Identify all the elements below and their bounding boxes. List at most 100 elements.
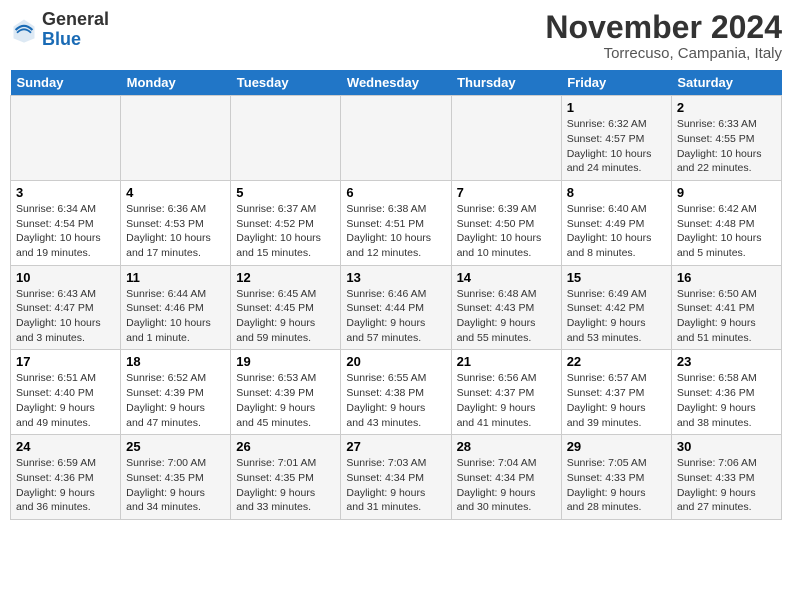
day-number: 9: [677, 185, 776, 200]
calendar-cell: 21 Sunrise: 6:56 AM Sunset: 4:37 PM Dayli…: [451, 350, 561, 435]
week-row: 24 Sunrise: 6:59 AM Sunset: 4:36 PM Dayli…: [11, 435, 782, 520]
day-info: Sunrise: 6:55 AM Sunset: 4:38 PM Dayligh…: [346, 371, 445, 430]
location: Torrecuso, Campania, Italy: [545, 45, 782, 62]
day-info: Sunrise: 6:51 AM Sunset: 4:40 PM Dayligh…: [16, 371, 115, 430]
day-info: Sunrise: 6:52 AM Sunset: 4:39 PM Dayligh…: [126, 371, 225, 430]
calendar-cell: 22 Sunrise: 6:57 AM Sunset: 4:37 PM Dayli…: [561, 350, 671, 435]
day-header-sunday: Sunday: [11, 70, 121, 96]
week-row: 17 Sunrise: 6:51 AM Sunset: 4:40 PM Dayli…: [11, 350, 782, 435]
day-info: Sunrise: 6:38 AM Sunset: 4:51 PM Dayligh…: [346, 202, 445, 261]
calendar-cell: 12 Sunrise: 6:45 AM Sunset: 4:45 PM Dayli…: [231, 265, 341, 350]
day-number: 5: [236, 185, 335, 200]
month-title: November 2024: [545, 10, 782, 45]
day-number: 8: [567, 185, 666, 200]
day-number: 26: [236, 439, 335, 454]
day-header-thursday: Thursday: [451, 70, 561, 96]
calendar-cell: 4 Sunrise: 6:36 AM Sunset: 4:53 PM Daylig…: [121, 180, 231, 265]
logo-text: General Blue: [42, 10, 109, 50]
day-info: Sunrise: 6:48 AM Sunset: 4:43 PM Dayligh…: [457, 287, 556, 346]
calendar-cell: 23 Sunrise: 6:58 AM Sunset: 4:36 PM Dayli…: [671, 350, 781, 435]
day-info: Sunrise: 6:58 AM Sunset: 4:36 PM Dayligh…: [677, 371, 776, 430]
day-number: 14: [457, 270, 556, 285]
day-header-monday: Monday: [121, 70, 231, 96]
day-info: Sunrise: 6:44 AM Sunset: 4:46 PM Dayligh…: [126, 287, 225, 346]
calendar-cell: 3Sunrise: 6:34 AM Sunset: 4:54 PM Daylig…: [11, 180, 121, 265]
calendar-cell: 9 Sunrise: 6:42 AM Sunset: 4:48 PM Daylig…: [671, 180, 781, 265]
day-number: 6: [346, 185, 445, 200]
day-info: Sunrise: 6:53 AM Sunset: 4:39 PM Dayligh…: [236, 371, 335, 430]
calendar-cell: [341, 96, 451, 181]
day-number: 16: [677, 270, 776, 285]
week-row: 1 Sunrise: 6:32 AM Sunset: 4:57 PM Daylig…: [11, 96, 782, 181]
day-info: Sunrise: 6:33 AM Sunset: 4:55 PM Dayligh…: [677, 117, 776, 176]
day-number: 21: [457, 354, 556, 369]
day-number: 11: [126, 270, 225, 285]
day-number: 13: [346, 270, 445, 285]
calendar-cell: 30Sunrise: 7:06 AM Sunset: 4:33 PM Dayli…: [671, 435, 781, 520]
calendar-cell: [121, 96, 231, 181]
header: General Blue November 2024 Torrecuso, Ca…: [10, 10, 782, 62]
day-number: 4: [126, 185, 225, 200]
calendar-cell: 17 Sunrise: 6:51 AM Sunset: 4:40 PM Dayli…: [11, 350, 121, 435]
day-number: 1: [567, 100, 666, 115]
title-area: November 2024 Torrecuso, Campania, Italy: [545, 10, 782, 62]
day-info: Sunrise: 6:36 AM Sunset: 4:53 PM Dayligh…: [126, 202, 225, 261]
calendar-cell: 14 Sunrise: 6:48 AM Sunset: 4:43 PM Dayli…: [451, 265, 561, 350]
week-row: 10Sunrise: 6:43 AM Sunset: 4:47 PM Dayli…: [11, 265, 782, 350]
day-header-friday: Friday: [561, 70, 671, 96]
calendar-cell: 25 Sunrise: 7:00 AM Sunset: 4:35 PM Dayli…: [121, 435, 231, 520]
logo-icon: [10, 16, 38, 44]
calendar-cell: 13Sunrise: 6:46 AM Sunset: 4:44 PM Dayli…: [341, 265, 451, 350]
calendar-cell: 20 Sunrise: 6:55 AM Sunset: 4:38 PM Dayli…: [341, 350, 451, 435]
day-number: 7: [457, 185, 556, 200]
calendar-cell: 19 Sunrise: 6:53 AM Sunset: 4:39 PM Dayli…: [231, 350, 341, 435]
day-number: 17: [16, 354, 115, 369]
day-info: Sunrise: 6:34 AM Sunset: 4:54 PM Dayligh…: [16, 202, 115, 261]
day-number: 15: [567, 270, 666, 285]
day-number: 30: [677, 439, 776, 454]
calendar-cell: 16 Sunrise: 6:50 AM Sunset: 4:41 PM Dayli…: [671, 265, 781, 350]
day-number: 24: [16, 439, 115, 454]
day-number: 25: [126, 439, 225, 454]
day-info: Sunrise: 6:42 AM Sunset: 4:48 PM Dayligh…: [677, 202, 776, 261]
calendar-cell: 8 Sunrise: 6:40 AM Sunset: 4:49 PM Daylig…: [561, 180, 671, 265]
day-number: 19: [236, 354, 335, 369]
day-info: Sunrise: 7:04 AM Sunset: 4:34 PM Dayligh…: [457, 456, 556, 515]
day-number: 18: [126, 354, 225, 369]
day-number: 20: [346, 354, 445, 369]
day-info: Sunrise: 6:49 AM Sunset: 4:42 PM Dayligh…: [567, 287, 666, 346]
calendar-cell: 10Sunrise: 6:43 AM Sunset: 4:47 PM Dayli…: [11, 265, 121, 350]
calendar-cell: 24 Sunrise: 6:59 AM Sunset: 4:36 PM Dayli…: [11, 435, 121, 520]
day-info: Sunrise: 6:32 AM Sunset: 4:57 PM Dayligh…: [567, 117, 666, 176]
calendar-cell: 6 Sunrise: 6:38 AM Sunset: 4:51 PM Daylig…: [341, 180, 451, 265]
day-header-saturday: Saturday: [671, 70, 781, 96]
day-info: Sunrise: 6:56 AM Sunset: 4:37 PM Dayligh…: [457, 371, 556, 430]
calendar-cell: [231, 96, 341, 181]
calendar-cell: 1 Sunrise: 6:32 AM Sunset: 4:57 PM Daylig…: [561, 96, 671, 181]
calendar-cell: 29Sunrise: 7:05 AM Sunset: 4:33 PM Dayli…: [561, 435, 671, 520]
day-info: Sunrise: 6:39 AM Sunset: 4:50 PM Dayligh…: [457, 202, 556, 261]
day-number: 28: [457, 439, 556, 454]
day-number: 23: [677, 354, 776, 369]
week-row: 3Sunrise: 6:34 AM Sunset: 4:54 PM Daylig…: [11, 180, 782, 265]
calendar-cell: 5 Sunrise: 6:37 AM Sunset: 4:52 PM Daylig…: [231, 180, 341, 265]
day-info: Sunrise: 7:03 AM Sunset: 4:34 PM Dayligh…: [346, 456, 445, 515]
day-info: Sunrise: 6:59 AM Sunset: 4:36 PM Dayligh…: [16, 456, 115, 515]
day-info: Sunrise: 6:40 AM Sunset: 4:49 PM Dayligh…: [567, 202, 666, 261]
day-info: Sunrise: 7:01 AM Sunset: 4:35 PM Dayligh…: [236, 456, 335, 515]
header-row: SundayMondayTuesdayWednesdayThursdayFrid…: [11, 70, 782, 96]
day-info: Sunrise: 6:37 AM Sunset: 4:52 PM Dayligh…: [236, 202, 335, 261]
day-info: Sunrise: 6:45 AM Sunset: 4:45 PM Dayligh…: [236, 287, 335, 346]
day-info: Sunrise: 6:57 AM Sunset: 4:37 PM Dayligh…: [567, 371, 666, 430]
logo: General Blue: [10, 10, 109, 50]
day-info: Sunrise: 6:43 AM Sunset: 4:47 PM Dayligh…: [16, 287, 115, 346]
calendar-cell: 7 Sunrise: 6:39 AM Sunset: 4:50 PM Daylig…: [451, 180, 561, 265]
day-info: Sunrise: 7:00 AM Sunset: 4:35 PM Dayligh…: [126, 456, 225, 515]
day-number: 12: [236, 270, 335, 285]
day-number: 22: [567, 354, 666, 369]
day-info: Sunrise: 6:50 AM Sunset: 4:41 PM Dayligh…: [677, 287, 776, 346]
calendar-cell: [11, 96, 121, 181]
day-number: 29: [567, 439, 666, 454]
day-number: 27: [346, 439, 445, 454]
calendar-cell: 2Sunrise: 6:33 AM Sunset: 4:55 PM Daylig…: [671, 96, 781, 181]
